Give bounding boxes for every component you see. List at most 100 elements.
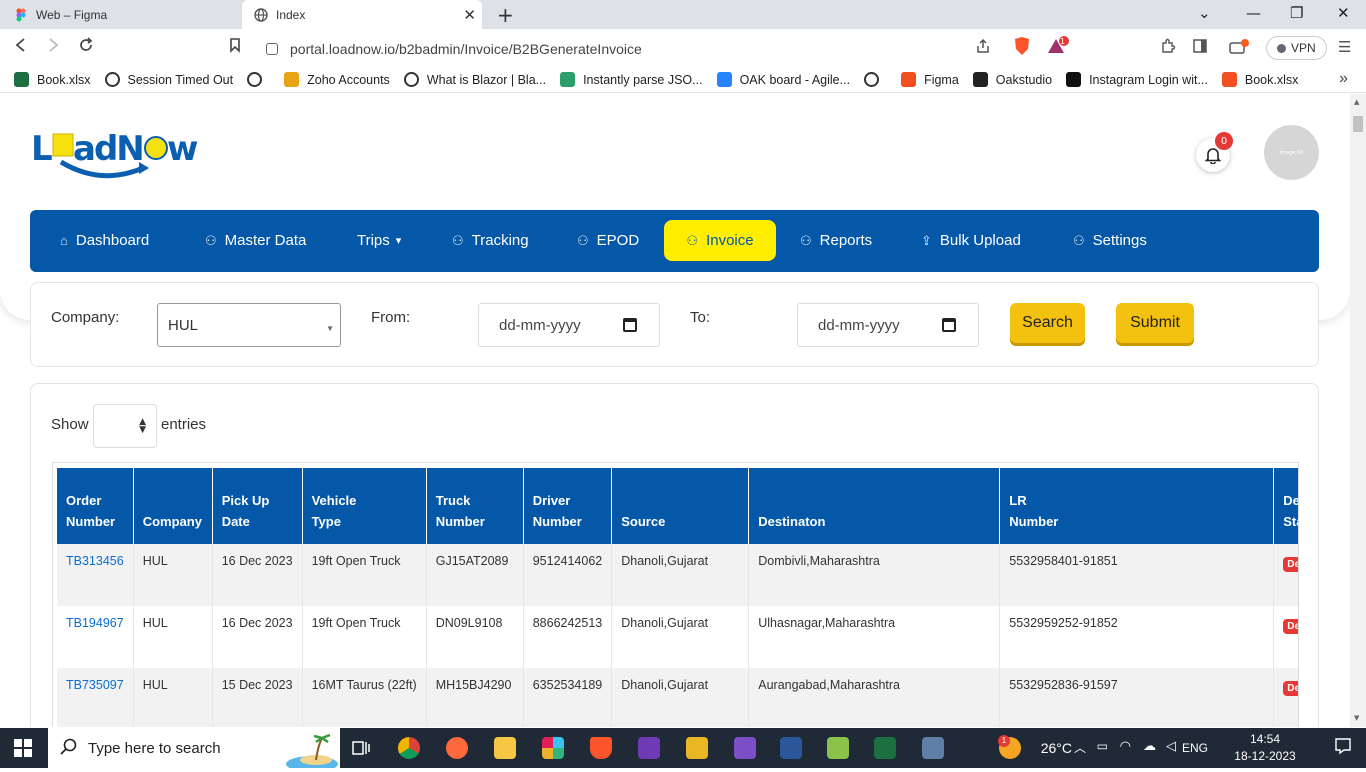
bookmark-item[interactable]: Oakstudio [972,72,1052,87]
calendar-icon[interactable] [623,318,637,332]
language-indicator[interactable]: ENG [1182,741,1208,755]
word-icon[interactable] [780,737,802,759]
weather-temperature[interactable]: 26°C [1041,740,1072,756]
order-number-link[interactable]: TB735097 [66,678,124,692]
order-number-link[interactable]: TB194967 [66,616,124,630]
excel-taskbar-icon[interactable] [874,737,896,759]
reload-icon[interactable] [78,37,94,58]
company-select[interactable]: HUL ▼ [157,303,341,347]
scrollbar-thumb[interactable] [1353,116,1363,132]
column-header[interactable]: Truck Number [426,468,524,544]
entries-per-page-select[interactable]: ▲ ▼ [93,404,157,448]
clock-date[interactable]: 18-12-2023 [1220,749,1310,763]
column-header[interactable]: Pick Up Date [212,468,303,544]
bookmark-icon-only[interactable] [864,72,887,87]
task-view-icon[interactable] [350,737,372,759]
tab-search-chevron-icon[interactable]: ⌄ [1198,4,1211,22]
nav-item-master-data[interactable]: ⚇ Master Data [195,220,316,261]
forward-icon[interactable] [46,37,60,58]
column-header[interactable]: LR Number [999,468,1275,544]
nav-item-tracking[interactable]: ⚇ Tracking [442,220,539,261]
bookmark-item[interactable]: Instagram Login wit... [1066,72,1208,87]
loadnow-logo[interactable]: L adN w [31,124,201,184]
new-tab-button[interactable]: + [497,3,514,27]
table-scroll-container[interactable]: Order Number Company Pick Up Date Vehicle Typ… [52,462,1299,727]
table-cell-order[interactable]: TB194967 [57,606,134,668]
column-header[interactable]: Destinaton [748,468,1001,544]
notifications-icon[interactable] [1334,737,1352,758]
table-cell-order[interactable]: TB735097 [57,668,134,727]
close-tab-icon[interactable]: ✕ [463,6,476,24]
scroll-down-icon[interactable]: ▼ [1354,714,1359,722]
remote-desktop-icon[interactable] [922,737,944,759]
scroll-up-icon[interactable]: ▲ [1354,98,1359,106]
close-window-icon[interactable]: ✕ [1337,4,1350,22]
tab-figma[interactable]: Web – Figma [0,0,242,29]
user-avatar[interactable]: Image Alt [1264,125,1319,180]
visual-studio-2-icon[interactable] [734,737,756,759]
back-icon[interactable] [14,37,28,58]
restore-icon[interactable]: ❐ [1290,4,1303,22]
to-date-input[interactable]: dd-mm-yyyy [797,303,979,347]
postman-icon[interactable] [446,737,468,759]
bookmark-item[interactable]: What is Blazor | Bla... [403,72,546,87]
column-header[interactable]: Company [133,468,213,544]
chrome-icon[interactable] [398,737,420,759]
column-header[interactable]: Vehicle Type [302,468,427,544]
address-bar[interactable]: portal.loadnow.io/b2badmin/Invoice/B2BGe… [256,35,1000,63]
nav-item-settings[interactable]: ⚇ Settings [1063,220,1157,261]
bookmark-item[interactable]: OAK board - Agile... [716,72,850,87]
calendar-icon[interactable] [942,318,956,332]
nav-item-bulk-upload[interactable]: ⇪ Bulk Upload [911,220,1031,261]
bookmark-item[interactable]: Book.xlsx [1221,72,1298,87]
nav-item-trips[interactable]: Trips ▾ [347,220,411,261]
table-cell-order[interactable]: TB313456 [57,544,134,606]
brave-rewards-icon[interactable] [1046,36,1070,60]
order-number-link[interactable]: TB313456 [66,554,124,568]
page-scrollbar[interactable]: ▲ ▼ [1350,94,1366,727]
wifi-icon[interactable]: ◠ [1120,738,1131,754]
column-header[interactable]: Order Number [57,468,134,544]
brave-shield-icon[interactable] [1013,36,1031,60]
brave-taskbar-icon[interactable] [590,737,612,759]
bookmark-icon-only[interactable] [247,72,270,87]
from-date-input[interactable]: dd-mm-yyyy [478,303,660,347]
site-info-icon[interactable] [266,43,278,55]
bookmark-icon[interactable] [229,37,241,58]
nav-item-invoice[interactable]: ⚇ Invoice [664,220,776,261]
cloud-icon[interactable]: ☁ [1143,738,1156,754]
search-button[interactable]: Search [1010,303,1085,343]
bookmark-item[interactable]: Book.xlsx [14,72,91,87]
paint-icon[interactable] [686,737,708,759]
column-header[interactable]: Source [611,468,750,544]
show-hidden-icons-icon[interactable]: ︿ [1074,739,1086,756]
nav-item-reports[interactable]: ⚇ Reports [790,220,882,261]
minimize-icon[interactable]: — [1246,4,1261,22]
wallet-icon[interactable] [1228,38,1250,60]
extensions-icon[interactable] [1160,38,1176,58]
more-bookmarks-icon[interactable]: » [1339,70,1348,88]
slack-icon[interactable] [542,737,564,759]
sidebar-icon[interactable] [1192,38,1208,58]
share-icon[interactable] [975,38,991,58]
volume-icon[interactable]: ◁ [1166,738,1176,754]
windows-start-icon[interactable] [14,739,32,757]
menu-icon[interactable]: ☰ [1338,38,1351,56]
notepad-icon[interactable] [827,737,849,759]
bookmark-item[interactable]: Session Timed Out [104,72,233,87]
tab-index[interactable]: Index ✕ [242,0,482,29]
vpn-button[interactable]: VPN [1266,36,1327,60]
clock-time[interactable]: 14:54 [1225,732,1305,746]
bookmark-item[interactable]: Instantly parse JSO... [560,72,703,87]
bookmark-item[interactable]: Zoho Accounts [284,72,390,87]
taskbar-search-box[interactable]: Type here to search [48,728,340,772]
submit-button[interactable]: Submit [1116,303,1194,343]
nav-item-dashboard[interactable]: ⌂ Dashboard [50,220,159,261]
column-header[interactable]: Driver Number [523,468,613,544]
network-drive-icon[interactable]: ▭ [1097,739,1108,753]
nav-item-epod[interactable]: ⚇ EPOD [567,220,649,261]
column-header[interactable]: DeliStat [1273,468,1298,544]
bookmark-item[interactable]: Figma [901,72,959,87]
file-explorer-icon[interactable] [494,737,516,759]
visual-studio-icon[interactable] [638,737,660,759]
